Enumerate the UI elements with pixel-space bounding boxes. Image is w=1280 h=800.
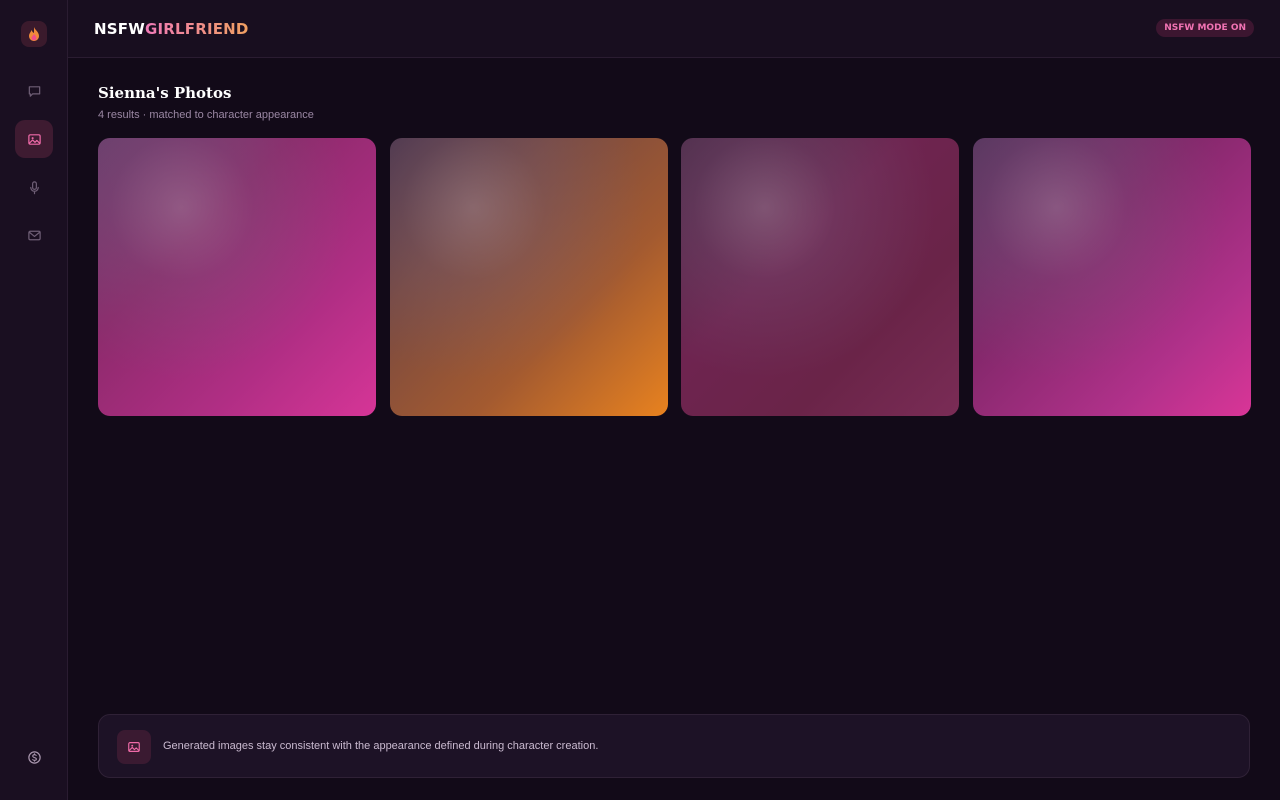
photo-card[interactable] [973, 138, 1251, 416]
photo-blur-overlay [681, 138, 959, 416]
photo-card[interactable] [681, 138, 959, 416]
photo-blur-overlay [390, 138, 668, 416]
photo-blur-overlay [973, 138, 1251, 416]
app-root: NSFWGIRLFRIEND NSFW MODE ON Sienna's Pho… [0, 0, 1280, 800]
photo-card[interactable] [98, 138, 376, 416]
page-title: Sienna's Photos [98, 84, 232, 102]
mail-icon [27, 230, 41, 240]
sidebar [0, 0, 68, 800]
info-note-text: Generated images stay consistent with th… [163, 740, 599, 752]
photo-card[interactable] [390, 138, 668, 416]
results-summary: 4 results · matched to character appeara… [98, 109, 314, 121]
coin-icon [27, 750, 41, 764]
coin-button[interactable] [15, 738, 53, 776]
sidebar-item-messages[interactable] [15, 216, 53, 254]
brand-logo[interactable]: NSFWGIRLFRIEND [94, 20, 249, 38]
microphone-icon [29, 180, 39, 194]
top-header: NSFWGIRLFRIEND NSFW MODE ON [68, 0, 1280, 58]
chat-bubble-icon [28, 85, 40, 97]
sidebar-item-photos[interactable] [15, 120, 53, 158]
nsfw-mode-badge[interactable]: NSFW MODE ON [1156, 19, 1254, 37]
brand-part-2: GIRLFRIEND [144, 20, 249, 38]
image-icon [27, 133, 41, 145]
sidebar-item-voice[interactable] [15, 168, 53, 206]
info-note: Generated images stay consistent with th… [98, 714, 1250, 778]
flame-logo-icon[interactable] [21, 21, 47, 47]
photo-blur-overlay [98, 138, 376, 416]
sidebar-item-chat[interactable] [15, 72, 53, 110]
brand-part-1: NSFW [94, 20, 145, 38]
image-icon [117, 730, 151, 764]
